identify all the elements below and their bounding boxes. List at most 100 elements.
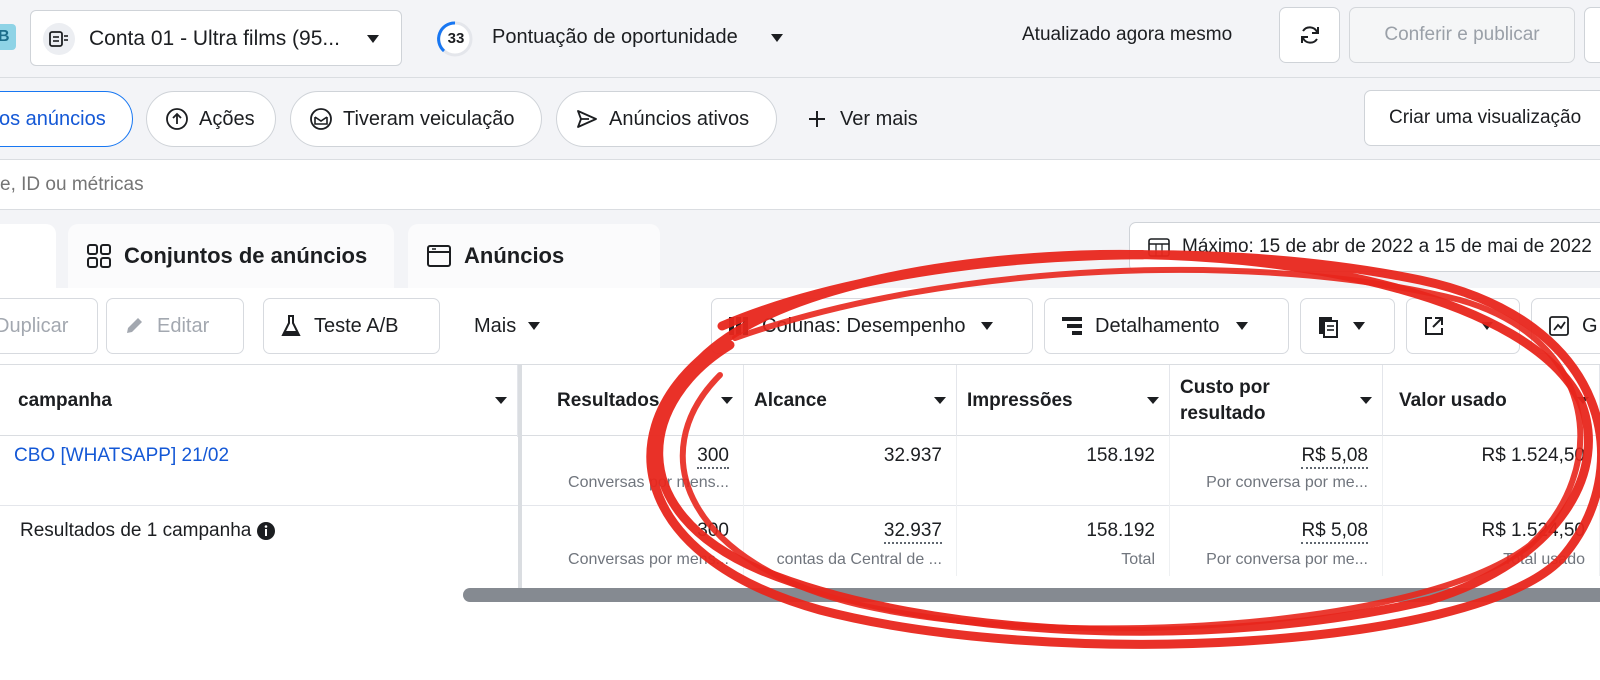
search-input[interactable] [0, 160, 1600, 210]
date-range-picker[interactable]: Máximo: 15 de abr de 2022 a 15 de mai de… [1129, 222, 1600, 272]
chevron-down-icon [367, 35, 379, 43]
charts-button[interactable]: G [1531, 298, 1600, 354]
columns-button[interactable]: Colunas: Desempenho [711, 298, 1033, 354]
chevron-down-icon [1353, 322, 1365, 330]
horizontal-scrollbar[interactable] [463, 588, 1600, 602]
summary-impressoes-value: 158.192 [1086, 520, 1155, 541]
columns-icon [729, 317, 748, 335]
cell-valor: R$ 1.524,50 [1383, 436, 1600, 506]
breakdown-icon [1062, 317, 1082, 335]
cell-alcance: 32.937 [744, 436, 957, 506]
filter-tiveram-label: Tiveram veiculação [343, 108, 515, 130]
chevron-down-icon[interactable] [771, 34, 783, 42]
summary-resultados: 300 Conversas por mens... [522, 506, 744, 576]
column-header-campanha[interactable]: campanha [0, 365, 518, 437]
tab-campanhas[interactable] [0, 224, 56, 288]
filter-anuncios-ativos[interactable]: Anúncios ativos [556, 91, 777, 147]
trend-chart-icon [1549, 316, 1569, 336]
column-header-valor-usado[interactable]: Valor usado [1383, 365, 1600, 437]
top-bar: B Conta 01 - Ultra films (95... 33 Pontu… [0, 0, 1600, 78]
export-button[interactable] [1406, 298, 1520, 354]
ad-window-icon [427, 245, 451, 267]
tab-conjuntos-de-anuncios[interactable]: Conjuntos de anúncios [68, 224, 394, 288]
column-header-resultados-label: Resultados [557, 390, 660, 411]
cell-custo-value[interactable]: R$ 5,08 [1301, 445, 1368, 469]
ver-mais-button[interactable]: Ver mais [806, 91, 918, 147]
column-header-impressoes[interactable]: Impressões [957, 365, 1170, 437]
summary-label-text: Resultados de 1 campanha [20, 520, 252, 541]
chevron-down-icon [528, 322, 541, 330]
more-button[interactable]: Mais [458, 298, 568, 354]
column-header-impressoes-label: Impressões [967, 390, 1073, 411]
charts-label: G [1582, 314, 1598, 337]
cell-impressoes-value: 158.192 [1086, 445, 1155, 466]
cell-resultados-sub: Conversas por mens... [568, 474, 729, 491]
refresh-button[interactable] [1279, 7, 1340, 63]
column-header-custo-por-resultado[interactable]: Custo por resultado [1170, 365, 1383, 437]
opportunity-score-label[interactable]: Pontuação de oportunidade [492, 26, 738, 49]
table-row[interactable]: CBO [WHATSAPP] 21/02 300 Conversas por m… [0, 436, 1600, 506]
overflow-button[interactable] [1584, 7, 1600, 63]
cell-valor-value: R$ 1.524,50 [1481, 445, 1585, 466]
publish-button[interactable]: Conferir e publicar [1349, 7, 1575, 63]
summary-row: Resultados de 1 campanha 300 Conversas p… [0, 506, 1600, 592]
filter-all-ads[interactable]: os anúncios [0, 91, 133, 147]
filter-acoes[interactable]: Ações [146, 91, 276, 147]
breakdown-button[interactable]: Detalhamento [1044, 298, 1289, 354]
summary-custo: R$ 5,08 Por conversa por me... [1170, 506, 1383, 576]
edit-button[interactable]: Editar [106, 298, 244, 354]
ab-test-button[interactable]: Teste A/B [263, 298, 440, 354]
duplicate-label: Duplicar [0, 314, 69, 337]
more-label: Mais [474, 314, 517, 337]
account-name: Conta 01 - Ultra films (95... [89, 27, 340, 50]
pencil-icon [127, 318, 142, 333]
chevron-down-icon [1360, 397, 1372, 404]
campaign-table: campanha Resultados Alcance Impressões C… [0, 364, 1600, 680]
chevron-down-icon [1481, 322, 1493, 330]
filter-ativos-label: Anúncios ativos [609, 108, 750, 130]
chevron-down-icon [721, 397, 733, 404]
summary-impressoes-sub: Total [1121, 551, 1155, 568]
campaign-name-link[interactable]: CBO [WHATSAPP] 21/02 [14, 445, 229, 467]
edit-label: Editar [157, 314, 210, 337]
search-bar [0, 160, 1600, 210]
cell-resultados-value[interactable]: 300 [697, 445, 729, 469]
columns-label: Colunas: Desempenho [762, 314, 966, 337]
cell-custo: R$ 5,08 Por conversa por me... [1170, 436, 1383, 506]
summary-alcance: 32.937 contas da Central de ... [744, 506, 957, 576]
breakdown-label: Detalhamento [1095, 314, 1220, 337]
summary-custo-value[interactable]: R$ 5,08 [1301, 520, 1368, 544]
account-selector[interactable]: Conta 01 - Ultra films (95... [30, 10, 402, 66]
info-icon[interactable] [256, 521, 276, 541]
cell-resultados: 300 Conversas por mens... [522, 436, 744, 506]
column-header-valor-label: Valor usado [1399, 390, 1507, 411]
filter-all-ads-label: os anúncios [0, 108, 106, 130]
plus-icon [809, 111, 825, 127]
chevron-down-icon [495, 397, 507, 404]
updated-status: Atualizado agora mesmo [1022, 24, 1233, 45]
tab-anuncios[interactable]: Anúncios [408, 224, 660, 288]
calendar-icon [1148, 238, 1170, 257]
opportunity-score-value: 33 [447, 30, 465, 47]
column-header-alcance[interactable]: Alcance [744, 365, 957, 437]
frozen-column-divider [518, 364, 522, 592]
summary-alcance-value[interactable]: 32.937 [883, 520, 942, 544]
table-toolbar: Duplicar Editar Teste A/B Mais Colunas: … [0, 288, 1600, 364]
duplicate-button[interactable]: Duplicar [0, 298, 98, 354]
create-view-button[interactable]: Criar uma visualização [1364, 90, 1600, 146]
column-header-campanha-label: campanha [18, 390, 112, 411]
chevron-down-icon [1147, 397, 1159, 404]
reports-button[interactable] [1300, 298, 1395, 354]
filter-acoes-label: Ações [199, 108, 255, 130]
summary-label: Resultados de 1 campanha [20, 520, 276, 542]
tab-anuncios-label: Anúncios [464, 243, 565, 268]
account-icon [43, 23, 75, 55]
filter-tiveram-veiculacao[interactable]: Tiveram veiculação [290, 91, 542, 147]
refresh-icon [1300, 26, 1319, 44]
column-header-resultados[interactable]: Resultados [522, 365, 744, 437]
ver-mais-label: Ver mais [840, 108, 918, 130]
chevron-down-icon [981, 322, 994, 330]
envelope-icon [310, 108, 332, 130]
cell-custo-sub: Por conversa por me... [1206, 474, 1368, 491]
account-badge[interactable]: B [0, 24, 16, 50]
